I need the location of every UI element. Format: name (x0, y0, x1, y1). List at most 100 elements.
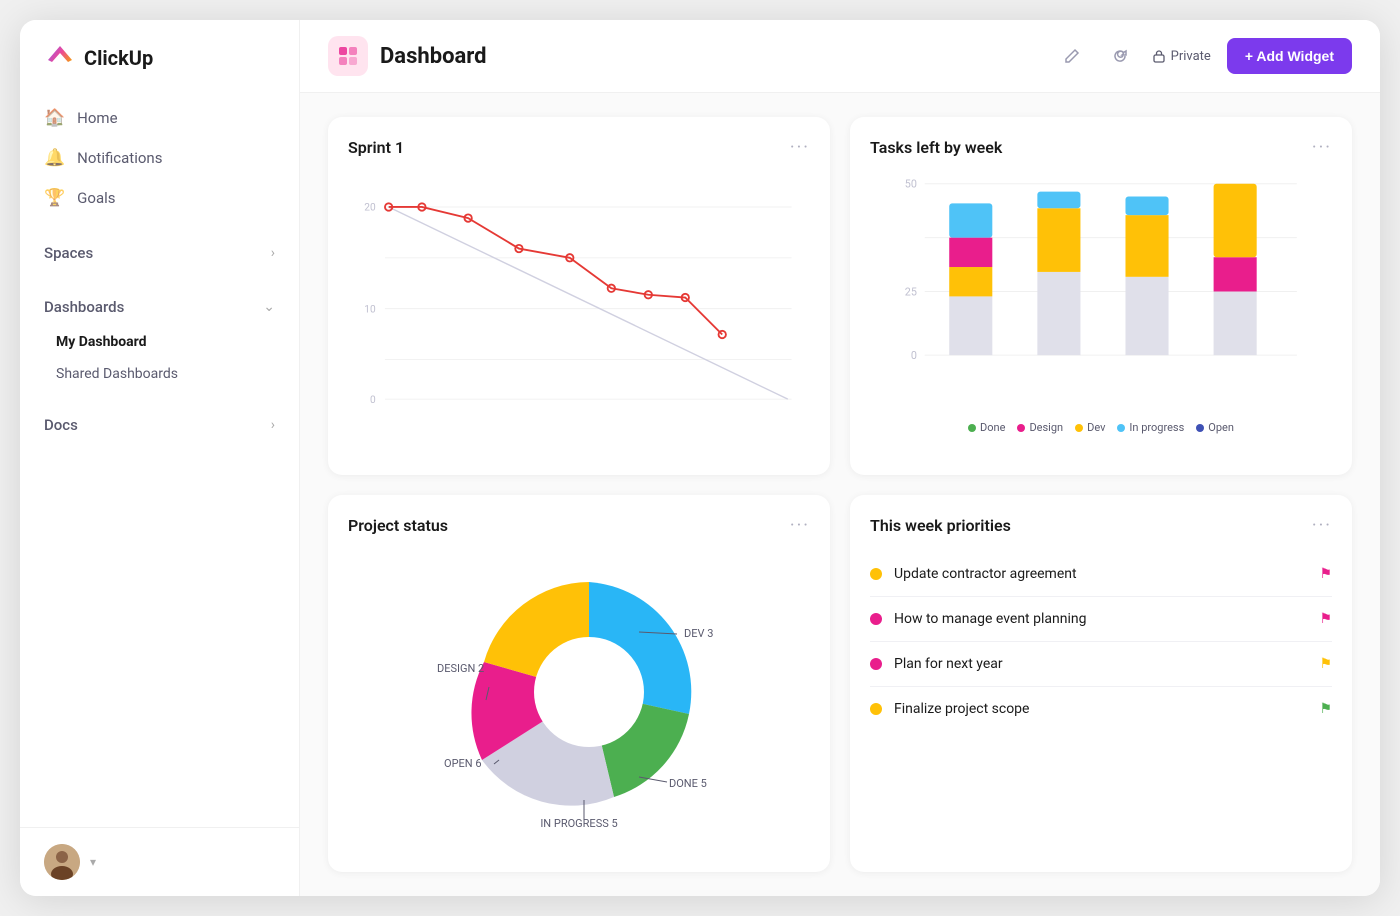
priority-3-dot (870, 658, 882, 670)
bell-icon: 🔔 (44, 148, 65, 168)
open-dot (1196, 424, 1204, 432)
tasks-widget: Tasks left by week ··· 50 25 0 (850, 117, 1352, 475)
logo-icon (44, 42, 76, 74)
spaces-label: Spaces (44, 244, 93, 262)
user-profile[interactable]: ▾ (20, 827, 299, 896)
svg-text:10: 10 (364, 304, 376, 315)
pencil-icon (1064, 48, 1080, 64)
privacy-badge[interactable]: Private (1152, 49, 1211, 64)
project-more-button[interactable]: ··· (790, 515, 810, 536)
app-container: ClickUp 🏠 Home 🔔 Notifications 🏆 Goals S… (20, 20, 1380, 896)
avatar-image (44, 844, 80, 880)
priority-4-text: Finalize project scope (894, 701, 1029, 717)
priority-2-dot (870, 613, 882, 625)
priority-4-left: Finalize project scope (870, 701, 1029, 717)
trophy-icon: 🏆 (44, 188, 65, 208)
inprogress-dot (1117, 424, 1125, 432)
refresh-icon (1112, 48, 1128, 64)
legend-design-label: Design (1029, 421, 1063, 434)
project-status-widget: Project status ··· (328, 495, 830, 873)
svg-text:OPEN 6: OPEN 6 (444, 757, 482, 770)
svg-text:25: 25 (905, 285, 917, 298)
bar-chart: 50 25 0 (870, 174, 1332, 434)
svg-text:DESIGN 2: DESIGN 2 (437, 662, 484, 675)
docs-section: Docs › (32, 406, 287, 444)
dev-dot (1075, 424, 1083, 432)
edit-button[interactable] (1056, 40, 1088, 72)
priority-1-flag: ⚑ (1319, 566, 1332, 582)
chevron-right-icon: › (271, 245, 275, 261)
sidebar-item-shared-dashboards[interactable]: Shared Dashboards (32, 358, 287, 390)
legend-open: Open (1196, 421, 1234, 434)
priorities-widget: This week priorities ··· Update contract… (850, 495, 1352, 873)
priorities-header: This week priorities ··· (870, 515, 1332, 536)
priorities-title: This week priorities (870, 516, 1011, 535)
dashboards-section: Dashboards ⌄ My Dashboard Shared Dashboa… (32, 288, 287, 390)
sprint-widget-title: Sprint 1 (348, 138, 404, 157)
sidebar-item-goals[interactable]: 🏆 Goals (32, 178, 287, 218)
sprint-more-button[interactable]: ··· (790, 137, 810, 158)
dashboards-section-header[interactable]: Dashboards ⌄ (32, 288, 287, 326)
priority-item-2: How to manage event planning ⚑ (870, 597, 1332, 642)
legend-dev-label: Dev (1087, 421, 1105, 434)
legend-done: Done (968, 421, 1005, 434)
sidebar-item-notifications-label: Notifications (77, 149, 162, 167)
project-status-header: Project status ··· (348, 515, 810, 536)
svg-text:DEV 3: DEV 3 (684, 627, 713, 640)
priorities-list: Update contractor agreement ⚑ How to man… (870, 552, 1332, 731)
sidebar-navigation: 🏠 Home 🔔 Notifications 🏆 Goals Spaces › … (20, 94, 299, 827)
priorities-more-button[interactable]: ··· (1312, 515, 1332, 536)
sidebar-item-notifications[interactable]: 🔔 Notifications (32, 138, 287, 178)
avatar (44, 844, 80, 880)
legend-in-progress: In progress (1117, 421, 1184, 434)
project-status-title: Project status (348, 516, 448, 535)
legend-design: Design (1017, 421, 1063, 434)
svg-text:0: 0 (370, 395, 376, 406)
sidebar-item-home-label: Home (77, 109, 117, 127)
priority-1-dot (870, 568, 882, 580)
bar-chart-svg: 50 25 0 (870, 174, 1332, 409)
done-dot (968, 424, 976, 432)
dashboard-icon-box (328, 36, 368, 76)
pie-chart-svg: DEV 3 DONE 5 IN PROGRESS 5 OPEN 6 DESIGN… (419, 552, 739, 832)
logo[interactable]: ClickUp (20, 20, 299, 94)
svg-text:20: 20 (364, 203, 376, 214)
dashboards-label: Dashboards (44, 298, 124, 316)
docs-section-header[interactable]: Docs › (32, 406, 287, 444)
legend-open-label: Open (1208, 421, 1234, 434)
sidebar-item-goals-label: Goals (77, 189, 115, 207)
sprint-widget-header: Sprint 1 ··· (348, 137, 810, 158)
refresh-button[interactable] (1104, 40, 1136, 72)
legend-inprogress-label: In progress (1129, 421, 1184, 434)
logo-text: ClickUp (84, 46, 153, 70)
lock-icon (1152, 49, 1166, 63)
shared-dashboards-label: Shared Dashboards (56, 366, 178, 382)
priority-3-flag: ⚑ (1319, 656, 1332, 672)
legend-dev: Dev (1075, 421, 1105, 434)
priority-3-left: Plan for next year (870, 656, 1003, 672)
dashboard-grid: Sprint 1 ··· 20 10 0 (300, 93, 1380, 896)
priority-3-text: Plan for next year (894, 656, 1003, 672)
priority-item-4: Finalize project scope ⚑ (870, 687, 1332, 731)
main-content: Dashboard Pri (300, 20, 1380, 896)
sidebar-item-home[interactable]: 🏠 Home (32, 98, 287, 138)
my-dashboard-label: My Dashboard (56, 334, 147, 350)
topbar-left: Dashboard (328, 36, 487, 76)
spaces-section: Spaces › (32, 234, 287, 272)
chevron-down-icon: ⌄ (263, 299, 275, 315)
priority-1-text: Update contractor agreement (894, 566, 1077, 582)
priority-4-flag: ⚑ (1319, 701, 1332, 717)
sidebar-item-my-dashboard[interactable]: My Dashboard (32, 326, 287, 358)
chevron-right-icon-docs: › (271, 417, 275, 433)
spaces-section-header[interactable]: Spaces › (32, 234, 287, 272)
sidebar: ClickUp 🏠 Home 🔔 Notifications 🏆 Goals S… (20, 20, 300, 896)
tasks-widget-title: Tasks left by week (870, 138, 1002, 157)
priority-item-3: Plan for next year ⚑ (870, 642, 1332, 687)
tasks-widget-header: Tasks left by week ··· (870, 137, 1332, 158)
topbar-right: Private + Add Widget (1056, 38, 1352, 74)
tasks-more-button[interactable]: ··· (1312, 137, 1332, 158)
grid-icon (336, 44, 360, 68)
pie-chart-area: DEV 3 DONE 5 IN PROGRESS 5 OPEN 6 DESIGN… (348, 552, 810, 832)
priority-2-flag: ⚑ (1319, 611, 1332, 627)
add-widget-button[interactable]: + Add Widget (1227, 38, 1352, 74)
